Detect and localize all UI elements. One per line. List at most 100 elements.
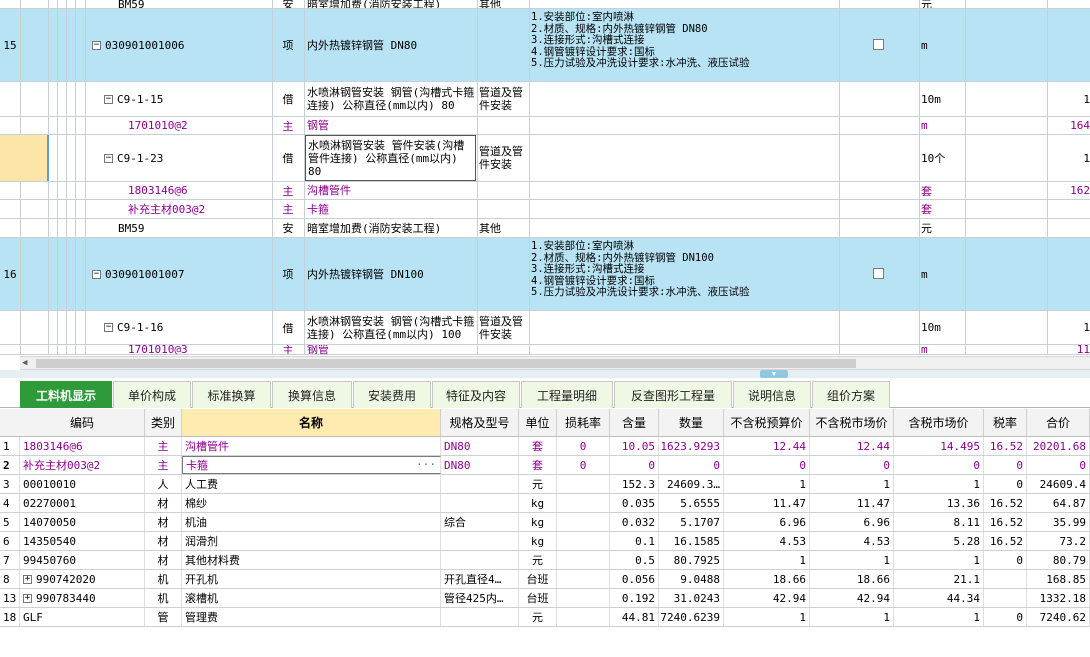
column-header-type[interactable]: 类别 <box>145 409 182 436</box>
item-name[interactable]: 水喷淋钢管安装 钢管(沟槽式卡箍连接) 公称直径(mm以内) 80 <box>305 82 476 116</box>
panel-splitter[interactable] <box>0 370 1090 378</box>
checkbox[interactable] <box>873 268 884 279</box>
cell-code[interactable]: 1803146@6 <box>20 437 145 455</box>
plus-box-icon[interactable]: + <box>23 593 32 603</box>
item-code[interactable]: − C9-1-15 <box>104 82 272 116</box>
cell-code[interactable]: 02270001 <box>20 494 145 512</box>
cell-name[interactable]: 机油 <box>182 513 441 531</box>
plus-box-icon[interactable]: + <box>23 574 32 584</box>
column-header-amount[interactable]: 数量 <box>659 409 724 436</box>
sub-item-row[interactable]: 补充主材003@2 主卡箍 套 <box>0 200 1090 219</box>
item-name[interactable]: 暗室增加费(消防安装工程) <box>305 219 476 237</box>
cell-amount[interactable]: 24609.3… <box>659 475 724 493</box>
sub-item-row[interactable]: BM59 安暗室增加费(消防安装工程) 其他元 <box>0 219 1090 238</box>
item-code[interactable]: 1701010@2 <box>128 117 272 134</box>
cell-name[interactable]: 人工费 <box>182 475 441 493</box>
cell-code[interactable]: 00010010 <box>20 475 145 493</box>
item-name[interactable]: 内外热镀锌钢管 DN100 <box>305 238 476 310</box>
cell-amount[interactable]: 1623.9293 <box>659 437 724 455</box>
sub-item-row[interactable]: 1803146@6 主沟槽管件 套 162 <box>0 182 1090 200</box>
tab-3[interactable]: 标准换算 <box>192 381 271 408</box>
column-header-name[interactable]: 名称 <box>182 409 441 436</box>
item-code[interactable]: 补充主材003@2 <box>128 200 272 218</box>
tab-4[interactable]: 换算信息 <box>272 381 352 408</box>
item-features[interactable]: 1.安装部位:室内喷淋 2.材质、规格:内外热镀锌钢管 DN100 3.连接形式:沟… <box>531 238 831 299</box>
item-code[interactable]: BM59 <box>118 0 272 8</box>
cell-name[interactable]: 卡箍 ··· <box>182 456 441 474</box>
material-row[interactable]: 8 +990742020 机 开孔机 开孔直径4… 台班 0.056 9.0488 18.66 1… <box>0 570 1090 589</box>
bill-item-row[interactable]: 15 −030901001006 项内外热镀锌钢管 DN80 1.安装部位:室内喷淋 2… <box>0 9 1090 82</box>
material-row[interactable]: 6 14350540 材 润滑剂 kg 0.1 16.1585 4.53 4.53 5.28 16.… <box>0 532 1090 551</box>
item-name[interactable]: 钢管 <box>305 345 476 354</box>
item-features[interactable]: 1.安装部位:室内喷淋 2.材质、规格:内外热镀锌钢管 DN80 3.连接形式:沟槽… <box>531 9 831 70</box>
cell-name[interactable]: 其他材料费 <box>182 551 441 569</box>
material-row[interactable]: 1 1803146@6 主 沟槽管件 DN80 套 0 10.05 1623.9293 12.44… <box>0 437 1090 456</box>
item-name[interactable]: 暗室增加费(消防安装工程) <box>305 0 476 8</box>
sub-item-row[interactable]: − C9-1-23 借水喷淋钢管安装 管件安装(沟槽管件连接) 公称直径(mm以内)… <box>0 135 1090 182</box>
sub-item-row[interactable]: 1701010@3 主 钢管 m 11 <box>0 345 1090 355</box>
column-header-spec[interactable]: 规格及型号 <box>441 409 519 436</box>
cell-amount[interactable]: 0 <box>659 456 724 474</box>
item-name[interactable]: 水喷淋钢管安装 钢管(沟槽式卡箍连接) 公称直径(mm以内) 100 <box>305 311 476 344</box>
column-header-loss[interactable]: 损耗率 <box>557 409 610 436</box>
ellipsis-icon[interactable]: ··· <box>416 458 436 471</box>
left-arrow-icon[interactable]: ◀ <box>22 358 27 368</box>
collapse-chevron-icon[interactable]: ▼ <box>760 370 788 378</box>
tab-1[interactable]: 工料机显示 <box>20 381 112 408</box>
minus-box-icon[interactable]: − <box>92 269 101 279</box>
sub-item-row[interactable]: − C9-1-15 借水喷淋钢管安装 钢管(沟槽式卡箍连接) 公称直径(mm以内) … <box>0 82 1090 117</box>
material-row[interactable]: 5 14070050 材 机油 综合 kg 0.032 5.1707 6.96 6.96 8.11 1… <box>0 513 1090 532</box>
cell-amount[interactable]: 5.1707 <box>659 513 724 531</box>
horizontal-scrollbar[interactable]: ◀ <box>20 356 1090 370</box>
item-name[interactable]: 钢管 <box>305 117 476 134</box>
cell-amount[interactable]: 31.0243 <box>659 589 724 607</box>
cell-amount[interactable]: 7240.6239 <box>659 608 724 626</box>
column-header-code[interactable]: 编码 <box>20 409 145 436</box>
material-row[interactable]: 4 02270001 材 棉纱 kg 0.035 5.6555 11.47 11.47 13.36… <box>0 494 1090 513</box>
scrollbar-thumb[interactable] <box>36 359 856 368</box>
item-code[interactable]: 1803146@6 <box>128 182 272 199</box>
bill-item-row[interactable]: 16 −030901001007 项内外热镀锌钢管 DN100 1.安装部位:室内喷淋… <box>0 238 1090 311</box>
item-code[interactable]: − C9-1-16 <box>104 311 272 344</box>
item-code[interactable]: 1701010@3 <box>128 345 272 354</box>
cell-code[interactable]: +990742020 <box>20 570 145 588</box>
cell-name[interactable]: 润滑剂 <box>182 532 441 550</box>
column-header-p3[interactable]: 含税市场价 <box>894 409 984 436</box>
item-name[interactable]: 卡箍 <box>305 200 476 218</box>
tab-2[interactable]: 单价构成 <box>113 381 191 408</box>
item-name[interactable]: 水喷淋钢管安装 管件安装(沟槽管件连接) 公称直径(mm以内) 80 <box>305 135 476 181</box>
cell-code[interactable]: 99450760 <box>20 551 145 569</box>
material-row[interactable]: 18 GLF 管 管理费 元 44.81 7240.6239 1 1 1 0 7240.62 <box>0 608 1090 627</box>
column-header-tax[interactable]: 税率 <box>984 409 1027 436</box>
column-header-p1[interactable]: 不含税预算价 <box>724 409 810 436</box>
material-row[interactable]: 3 00010010 人 人工费 元 152.3 24609.3… 1 1 1 0 24609.4 <box>0 475 1090 494</box>
item-name[interactable]: 内外热镀锌钢管 DN80 <box>305 9 476 81</box>
column-header-p2[interactable]: 不含税市场价 <box>810 409 894 436</box>
material-row[interactable]: 13 +990783440 机滚槽机 管径425内… 台班 0.192 31.0243 42.… <box>0 589 1090 608</box>
cell-name[interactable]: 沟槽管件 <box>182 437 441 455</box>
sub-item-row[interactable]: BM59 安暗室增加费(消防安装工程) 其他元 <box>0 0 1090 9</box>
cell-amount[interactable]: 9.0488 <box>659 570 724 588</box>
cell-name[interactable]: 滚槽机 <box>182 589 441 607</box>
item-code[interactable]: −030901001006 <box>92 9 272 81</box>
column-header-unit[interactable]: 单位 <box>519 409 557 436</box>
cell-code[interactable]: 14070050 <box>20 513 145 531</box>
item-code[interactable]: BM59 <box>118 219 272 237</box>
item-code[interactable]: − C9-1-23 <box>104 135 272 181</box>
cell-amount[interactable]: 5.6555 <box>659 494 724 512</box>
cell-name[interactable]: 管理费 <box>182 608 441 626</box>
item-code[interactable]: −030901001007 <box>92 238 272 310</box>
minus-box-icon[interactable]: − <box>104 153 113 163</box>
tab-6[interactable]: 特征及内容 <box>432 381 520 408</box>
sub-item-row[interactable]: 1701010@2 主钢管 m 164 <box>0 117 1090 135</box>
column-header-total[interactable]: 合价 <box>1027 409 1090 436</box>
tab-8[interactable]: 反查图形工程量 <box>614 381 732 408</box>
minus-box-icon[interactable]: − <box>104 323 113 332</box>
material-row[interactable]: 7 99450760 材 其他材料费 元 0.5 80.7925 1 1 1 0 80.79 <box>0 551 1090 570</box>
cell-code[interactable]: GLF <box>20 608 145 626</box>
cell-amount[interactable]: 16.1585 <box>659 532 724 550</box>
tab-5[interactable]: 安装费用 <box>353 381 431 408</box>
minus-box-icon[interactable]: − <box>104 94 113 104</box>
column-header-qty[interactable]: 含量 <box>610 409 659 436</box>
item-name[interactable]: 沟槽管件 <box>305 182 476 199</box>
